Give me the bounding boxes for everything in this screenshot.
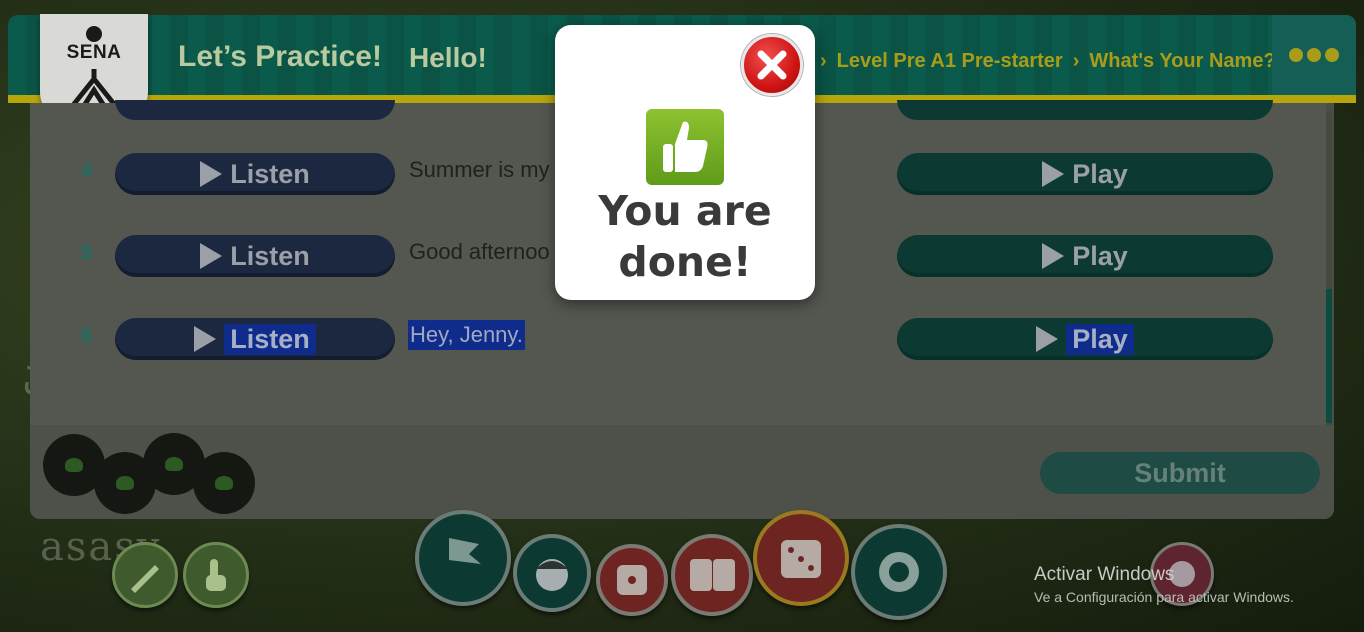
thumbs-up-shape [663,121,708,172]
sentence-text: Summer is my [409,157,550,182]
windows-activation-subtitle: Ve a Configuración para activar Windows. [1034,589,1294,605]
row-number: 5 [81,242,93,264]
dice-pair-icon[interactable] [671,534,753,616]
row-number: 4 [81,160,93,182]
dot-icon [1307,48,1321,62]
listen-button[interactable]: Listen [115,318,395,360]
listen-label: Listen [224,323,316,355]
flag-icon[interactable] [415,510,511,606]
close-button[interactable] [741,34,803,96]
study-tools-icon[interactable] [112,542,178,608]
chevron-right-icon: › [1072,50,1080,72]
play-triangle-icon [1042,161,1065,187]
play-button[interactable]: Play [897,153,1273,195]
thumbs-up-icon [646,109,724,185]
character-face-icon [536,559,568,591]
help-speech-icon[interactable] [851,524,947,620]
page-subtitle: Hello! [409,42,487,73]
windows-activation-title: Activar Windows [1034,564,1175,585]
sentence-text: Hey, Jenny. [408,320,525,350]
previous-play-button[interactable] [897,100,1273,120]
play-triangle-icon [194,326,217,352]
sentence-text: Good afternoo [409,239,550,264]
dice-icon [781,540,821,578]
row-number: 6 [81,325,93,347]
scrollbar-thumb[interactable] [1326,289,1332,423]
character-icon[interactable] [193,452,255,514]
listen-button[interactable]: Listen [115,153,395,195]
play-triangle-icon [1036,326,1059,352]
more-menu-button[interactable] [1272,15,1356,95]
completion-message: You are done! [598,187,772,286]
listen-label: Listen [230,240,310,271]
page-title: Let’s Practice! [178,40,382,73]
listen-button[interactable]: Listen [115,235,395,277]
pencil-icon [131,565,159,593]
play-label: Play [1072,240,1128,271]
play-button[interactable]: Play [897,318,1273,360]
play-triangle-icon [1042,243,1065,269]
headset-icon [879,552,919,592]
hand-pointer-icon [206,559,226,591]
previous-listen-button[interactable] [115,100,395,120]
flag-shape-icon [449,538,481,580]
dot-icon [1289,48,1303,62]
breadcrumb-level[interactable]: Level Pre A1 Pre-starter [837,50,1063,73]
play-triangle-icon [200,243,223,269]
play-label: Play [1072,158,1128,189]
breadcrumb-lesson[interactable]: What's Your Name? [1089,50,1275,73]
submit-button[interactable]: Submit [1040,452,1320,494]
play-label: Play [1066,323,1134,355]
dice-icon [690,559,735,591]
close-icon [757,50,787,80]
play-button[interactable]: Play [897,235,1273,277]
info-icon[interactable] [183,542,249,608]
avatar-icon[interactable] [513,534,591,612]
listen-label: Listen [230,158,310,189]
dice-stack-icon[interactable] [753,510,849,606]
breadcrumb: › Level Pre A1 Pre-starter › What's Your… [820,50,1276,73]
dice-icon [617,565,647,595]
chevron-right-icon: › [820,50,827,72]
play-triangle-icon [200,161,223,187]
dot-icon [1325,48,1339,62]
dice-one-icon[interactable] [596,544,668,616]
